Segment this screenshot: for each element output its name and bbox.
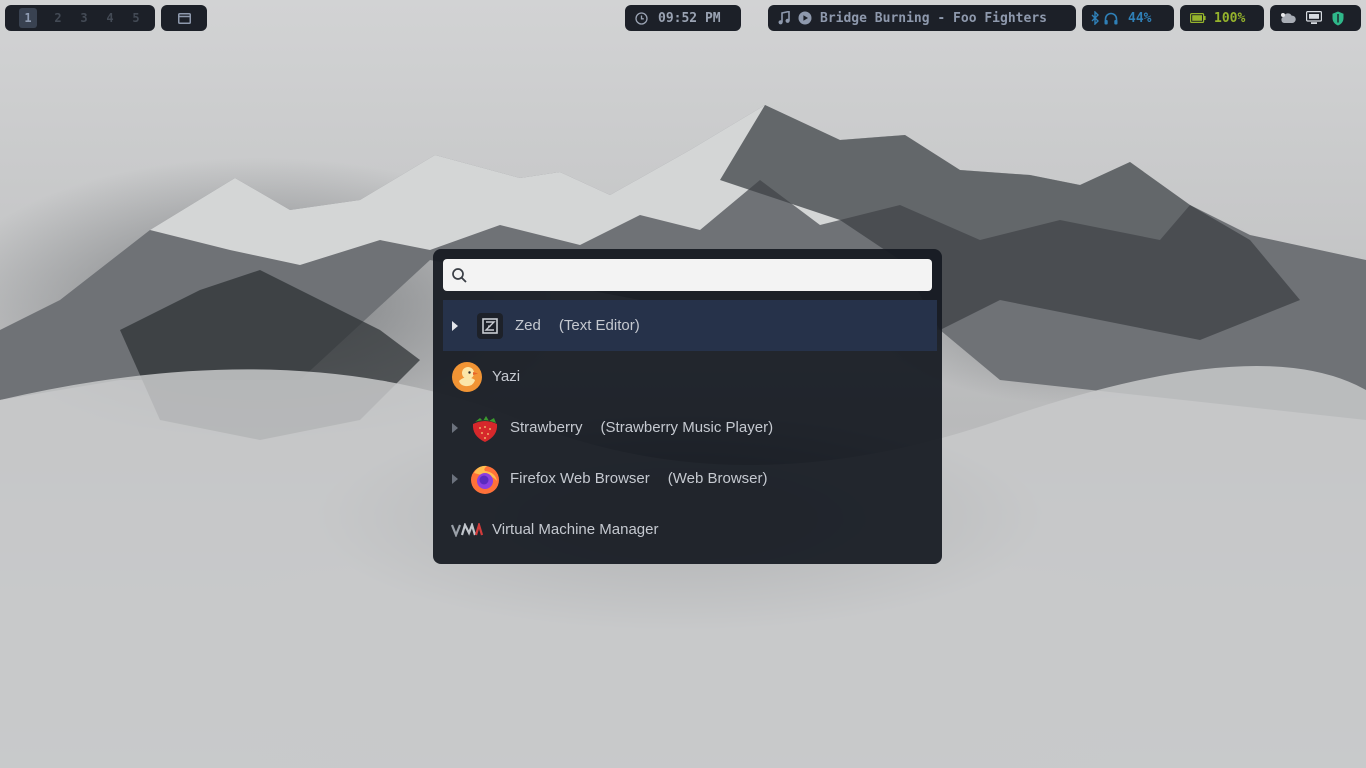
bluetooth-level: 44% <box>1128 10 1152 26</box>
workspace-2[interactable]: 2 <box>45 8 71 28</box>
clock-widget[interactable]: 09:52 PM <box>625 5 741 31</box>
media-widget[interactable]: Bridge Burning - Foo Fighters <box>768 5 1076 31</box>
result-description: (Strawberry Music Player) <box>600 419 774 436</box>
workspace-4[interactable]: 4 <box>97 8 123 28</box>
search-input[interactable] <box>475 259 915 291</box>
result-item-virt-manager[interactable]: Virtual Machine Manager <box>443 504 937 555</box>
result-name: Zed <box>515 317 541 334</box>
result-name: Yazi <box>492 368 521 385</box>
expand-arrow-icon[interactable] <box>452 422 460 433</box>
workspace-3[interactable]: 3 <box>71 8 97 28</box>
virt-manager-icon <box>451 514 483 546</box>
track-title: Bridge Burning - Foo Fighters <box>820 10 1047 26</box>
search-icon <box>452 267 467 283</box>
headphones-icon <box>1104 12 1118 24</box>
battery-icon <box>1190 13 1206 23</box>
yazi-icon <box>451 361 483 393</box>
battery-level: 100% <box>1214 10 1246 26</box>
display-icon[interactable] <box>1306 11 1322 25</box>
shield-icon[interactable] <box>1332 11 1344 26</box>
result-item-yazi[interactable]: Yazi <box>443 351 937 402</box>
result-name: Strawberry <box>510 419 583 436</box>
bluetooth-widget[interactable]: 44% <box>1082 5 1174 31</box>
result-name: Firefox Web Browser <box>510 470 650 487</box>
clock-time: 09:52 PM <box>658 10 721 26</box>
workspace-5[interactable]: 5 <box>123 8 149 28</box>
search-box[interactable] <box>443 259 932 291</box>
expand-arrow-icon[interactable] <box>452 320 460 331</box>
window-button[interactable] <box>161 5 207 31</box>
zed-icon <box>474 310 506 342</box>
music-note-icon <box>778 11 790 25</box>
expand-arrow-icon[interactable] <box>452 473 460 484</box>
result-item-firefox[interactable]: Firefox Web Browser (Web Browser) <box>443 453 937 504</box>
result-item-strawberry[interactable]: Strawberry (Strawberry Music Player) <box>443 402 937 453</box>
bluetooth-icon <box>1091 11 1099 25</box>
clock-icon <box>635 11 648 25</box>
play-icon[interactable] <box>798 11 812 25</box>
firefox-icon <box>469 463 501 495</box>
window-icon <box>177 12 191 24</box>
result-description: (Text Editor) <box>558 317 640 334</box>
workspace-1[interactable]: 1 <box>19 8 37 28</box>
workspace-switcher: 1 2 3 4 5 <box>5 5 155 31</box>
app-launcher: Zed (Text Editor) Yazi Strawberry (Straw… <box>433 249 942 564</box>
result-name: Virtual Machine Manager <box>492 521 659 538</box>
cloud-icon[interactable] <box>1280 12 1296 24</box>
results-list: Zed (Text Editor) Yazi Strawberry (Straw… <box>443 300 937 555</box>
result-item-zed[interactable]: Zed (Text Editor) <box>443 300 937 351</box>
result-description: (Web Browser) <box>667 470 768 487</box>
system-tray <box>1270 5 1361 31</box>
battery-widget[interactable]: 100% <box>1180 5 1264 31</box>
strawberry-icon <box>469 412 501 444</box>
